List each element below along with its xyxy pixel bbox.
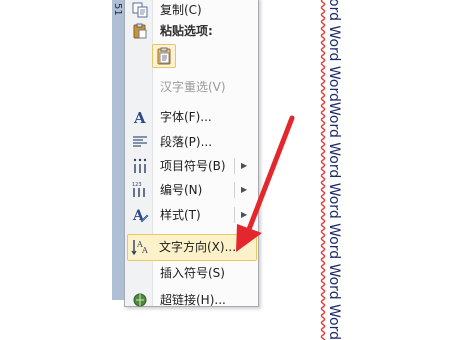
annotation-arrow xyxy=(236,115,295,252)
